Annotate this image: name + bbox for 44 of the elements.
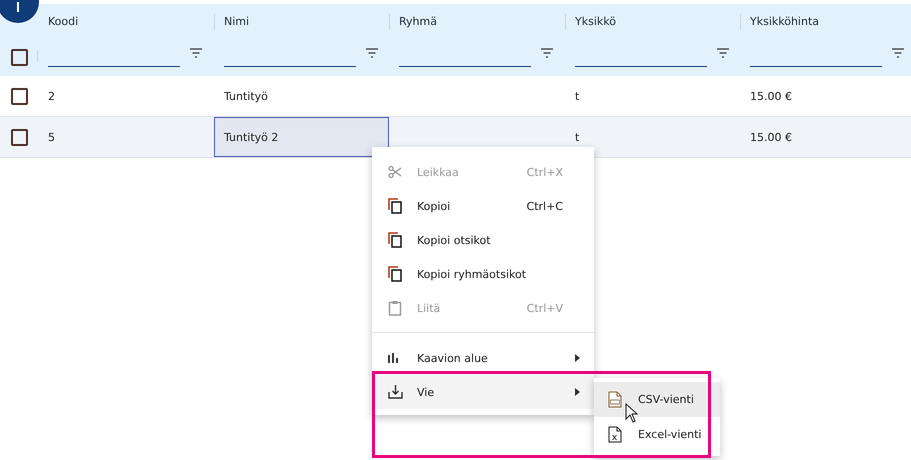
- csv-file-icon: [608, 391, 622, 408]
- filter-icon[interactable]: [717, 48, 729, 58]
- shortcut-label: Ctrl+X: [526, 166, 563, 178]
- select-all-checkbox[interactable]: [10, 48, 28, 66]
- row-checkbox[interactable]: [10, 88, 28, 104]
- menu-item[interactable]: CSV-vienti: [594, 382, 720, 417]
- row-checkbox[interactable]: [10, 128, 28, 146]
- table-cell: 5: [48, 130, 55, 144]
- copy-icon: [388, 198, 402, 214]
- shortcut-label: Ctrl+C: [526, 200, 563, 212]
- table-cell: 15.00 €: [750, 90, 792, 102]
- table-cell: t: [575, 90, 580, 102]
- menu-item[interactable]: Excel-vienti: [594, 417, 720, 452]
- table-cell: Tuntityö: [224, 90, 268, 102]
- add-button[interactable]: [0, 0, 40, 24]
- column-title[interactable]: Nimi: [224, 14, 250, 28]
- focused-cell[interactable]: Tuntityö 2: [214, 117, 389, 157]
- menu-item[interactable]: Vie: [372, 375, 594, 409]
- shortcut-label: Ctrl+V: [526, 302, 563, 314]
- menu-item[interactable]: Kopioi otsikot: [372, 223, 594, 257]
- column-title[interactable]: Yksikköhinta: [750, 14, 820, 28]
- table-cell: 2: [48, 90, 55, 102]
- filter-icon[interactable]: [541, 48, 553, 58]
- clipboard-icon: [388, 300, 402, 316]
- table-cell: t: [575, 130, 580, 144]
- filter-icon[interactable]: [892, 48, 904, 58]
- copy-icon: [388, 266, 402, 282]
- bar-chart-icon: [388, 353, 400, 363]
- copy-icon: [388, 232, 402, 248]
- menu-item[interactable]: Kaavion alue: [372, 341, 594, 375]
- menu-item[interactable]: Kopioi Ctrl+C: [372, 189, 594, 223]
- filter-icon[interactable]: [190, 48, 202, 58]
- scissors-icon: [388, 165, 402, 179]
- column-title[interactable]: Yksikkö: [575, 14, 616, 28]
- submenu-arrow-icon: [575, 354, 580, 362]
- column-title[interactable]: Koodi: [48, 14, 78, 28]
- filter-icon[interactable]: [366, 48, 378, 58]
- mouse-cursor-icon: [625, 403, 639, 423]
- table-cell: 15.00 €: [750, 130, 792, 144]
- menu-item[interactable]: Kopioi ryhmäotsikot: [372, 257, 594, 291]
- submenu-arrow-icon: [575, 388, 580, 396]
- excel-file-icon: [608, 426, 622, 443]
- column-title[interactable]: Ryhmä: [399, 14, 437, 28]
- download-icon: [388, 385, 403, 399]
